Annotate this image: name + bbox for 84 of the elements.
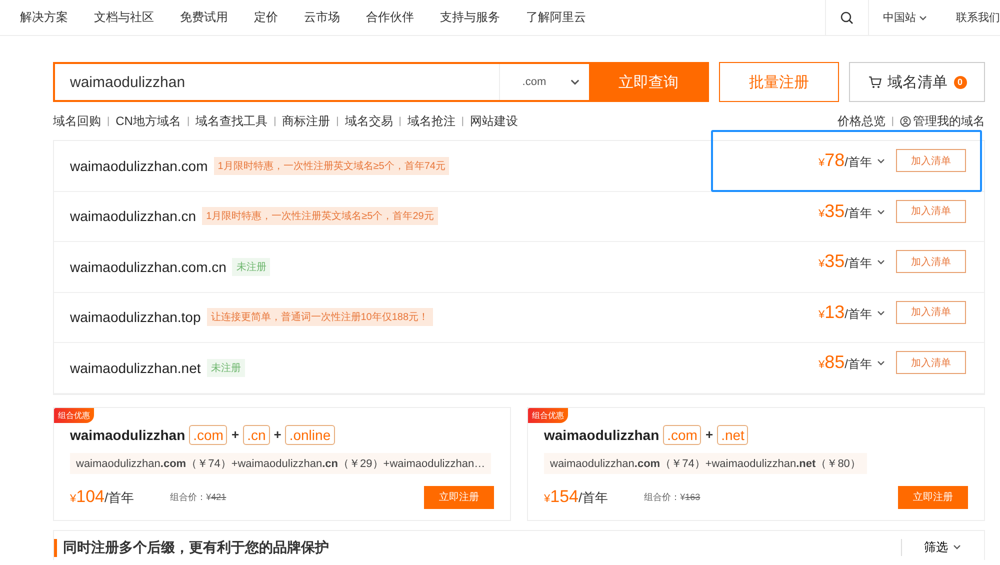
price: 104 <box>76 487 104 507</box>
domain-name: waimaodulizzhan.top <box>70 309 201 326</box>
separator: | <box>336 116 339 126</box>
plus-sign: + <box>274 427 282 442</box>
currency-sign: ¥ <box>818 359 825 372</box>
status-tag: 未注册 <box>206 358 245 377</box>
currency-sign: ¥ <box>818 208 825 220</box>
quick-link[interactable]: 域名交易 <box>344 112 393 130</box>
price: 85 <box>824 352 845 374</box>
suffix-tag: .net <box>717 424 748 444</box>
currency-sign: ¥ <box>70 493 76 505</box>
price-unit: /首年 <box>844 306 872 323</box>
price-unit: /首年 <box>104 489 134 507</box>
bundle-detail: waimaodulizzhan.com（￥74）+waimaodulizzhan.net（￥80） <box>544 452 867 474</box>
original-price: 421 <box>211 492 226 502</box>
domain-name: waimaodulizzhan.cn <box>70 208 196 224</box>
nav-link[interactable]: 支持与服务 <box>440 9 500 26</box>
suffix-tag: .cn <box>243 424 270 444</box>
quick-link[interactable]: CN地方域名 <box>116 112 181 130</box>
currency-sign: ¥ <box>818 157 825 170</box>
promo-tag: 让连接更简单，普通词一次性注册10年仅188元！ <box>206 308 433 326</box>
plus-sign: + <box>705 427 714 442</box>
region-selector[interactable]: 中国站 <box>883 10 928 25</box>
nav-link[interactable]: 云市场 <box>304 9 340 26</box>
price-overview-link[interactable]: 价格总览 <box>837 112 886 130</box>
price: 35 <box>824 251 845 272</box>
price: 78 <box>824 150 845 172</box>
currency-sign: ¥ <box>818 308 825 321</box>
suffix-tag: .online <box>285 424 335 444</box>
nav-link[interactable]: 了解阿里云 <box>526 9 586 26</box>
domain-name: waimaodulizzhan.com.cn <box>70 258 226 275</box>
domain-cart-button[interactable]: 域名清单 0 <box>849 62 985 102</box>
domain-name: waimaodulizzhan <box>70 426 186 442</box>
original-price-label: 组合价：¥ <box>644 490 686 504</box>
price-unit: /首年 <box>844 255 872 272</box>
nav-link[interactable]: 免费试用 <box>180 9 228 26</box>
chevron-down-icon <box>952 542 962 552</box>
domain-name: waimaodulizzhan <box>544 426 660 442</box>
search-icon[interactable] <box>840 10 854 24</box>
currency-sign: ¥ <box>544 493 550 505</box>
price-unit: /首年 <box>844 356 872 374</box>
suffix-tag: .com <box>663 424 702 444</box>
separator: | <box>107 116 110 126</box>
original-price-label: 组合价：¥ <box>170 490 212 504</box>
quick-link[interactable]: 域名抢注 <box>407 112 456 130</box>
nav-link[interactable]: 定价 <box>254 9 278 26</box>
separator: | <box>461 116 464 126</box>
bundle-detail: waimaodulizzhan.com（￥74）+waimaodulizzhan.cn（￥29）+waimaodulizzhan… <box>70 452 492 474</box>
price: 13 <box>824 302 845 323</box>
price-unit: /首年 <box>578 489 608 507</box>
price-unit: /首年 <box>844 154 872 172</box>
currency-sign: ¥ <box>818 258 825 270</box>
section-heading: 同时注册多个后缀，更有利于您的品牌保护 <box>54 538 329 556</box>
nav-link[interactable]: 解决方案 <box>20 9 68 26</box>
bundle-badge: 组合优惠 <box>528 408 568 422</box>
separator: | <box>186 116 190 126</box>
price-unit: /首年 <box>844 204 872 222</box>
status-tag: 未注册 <box>232 258 270 276</box>
original-price: 163 <box>685 492 700 502</box>
manage-domains-link[interactable]: 管理我的域名 <box>900 112 985 130</box>
cart-count-badge: 0 <box>954 76 967 88</box>
quick-link[interactable]: 域名查找工具 <box>196 112 268 130</box>
promo-tag: 1月限时特惠，一次性注册英文域名≥5个，首年74元 <box>214 156 450 175</box>
quick-link[interactable]: 商标注册 <box>282 112 330 130</box>
plus-sign: + <box>231 427 240 442</box>
separator: | <box>274 116 276 126</box>
quick-link[interactable]: 网站建设 <box>470 112 518 130</box>
filter-button[interactable]: 筛选 <box>901 538 984 556</box>
domain-name: waimaodulizzhan.net <box>70 360 201 376</box>
quick-link[interactable]: 域名回购 <box>53 112 101 130</box>
cart-icon <box>868 76 882 88</box>
price: 35 <box>824 200 845 222</box>
user-icon <box>900 116 911 126</box>
search-field[interactable]: waimaodulizzhan .com 立即查询 <box>53 62 710 102</box>
separator: | <box>891 116 894 126</box>
price: 154 <box>550 487 578 507</box>
promo-tag: 1月限时特惠，一次性注册英文域名≥5个，首年29元 <box>202 207 438 226</box>
nav-link[interactable]: 文档与社区 <box>94 9 154 26</box>
contact-link[interactable]: 联系我们 <box>956 10 1000 25</box>
bundle-badge: 组合优惠 <box>54 408 94 422</box>
separator: | <box>398 116 402 126</box>
domain-name: waimaodulizzhan.com <box>70 158 208 174</box>
suffix-tag: .com <box>189 424 228 444</box>
nav-link[interactable]: 合作伙伴 <box>366 9 414 26</box>
